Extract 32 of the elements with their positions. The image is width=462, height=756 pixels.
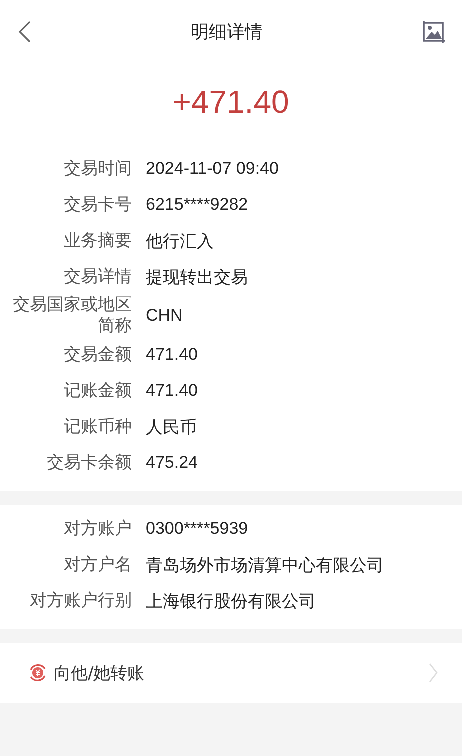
field-label: 业务摘要 (63, 230, 132, 252)
image-icon[interactable] (422, 20, 446, 44)
field-value: 上海银行股份有限公司 (146, 590, 316, 612)
field-value: 人民币 (146, 416, 197, 438)
field-label: 交易时间 (63, 158, 132, 180)
back-icon[interactable] (18, 21, 32, 43)
field-value: 0300****5939 (146, 519, 248, 539)
field-label: 记账金额 (63, 380, 132, 402)
field-value: 青岛场外市场清算中心有限公司 (146, 554, 384, 576)
field-label: 记账币种 (63, 416, 132, 438)
field-value: 提现转出交易 (146, 266, 248, 288)
field-label: 对方账户行别 (29, 590, 132, 612)
page-title: 明细详情 (191, 21, 263, 44)
transfer-row[interactable]: 向他/她转账 (0, 643, 462, 703)
yuan-transfer-icon (28, 663, 48, 683)
transfer-label: 向他/她转账 (54, 662, 146, 684)
field-label: 对方户名 (63, 554, 132, 576)
field-label: 交易国家或地区简称 (12, 295, 132, 337)
field-label: 交易卡号 (63, 194, 132, 216)
field-value: 475.24 (146, 453, 198, 473)
field-label: 交易金额 (63, 344, 132, 366)
field-value: 471.40 (146, 381, 198, 401)
field-value: 6215****9282 (146, 195, 248, 215)
field-value: 他行汇入 (146, 230, 214, 252)
chevron-right-icon (429, 663, 438, 683)
field-value: 471.40 (146, 345, 198, 365)
field-label: 交易卡余额 (46, 452, 132, 474)
field-label: 对方账户 (63, 518, 132, 540)
amount-text: +471.40 (172, 84, 290, 121)
field-value: CHN (146, 306, 183, 326)
field-value: 2024-11-07 09:40 (146, 159, 279, 179)
field-label: 交易详情 (63, 266, 132, 288)
